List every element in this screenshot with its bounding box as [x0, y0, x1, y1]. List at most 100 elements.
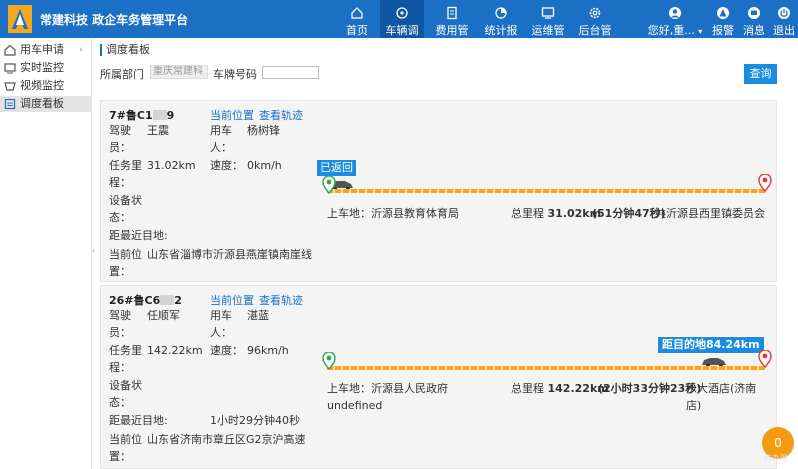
message-button[interactable]: 消息 — [739, 0, 769, 38]
car-apply-icon — [4, 44, 16, 56]
boarding-place: 上车地：沂源县人民政府 undefined — [327, 380, 448, 414]
nearest-dest-label: 距最近目地: — [109, 414, 168, 427]
position-line-a: 山东省济南市章丘区G2京沪高速 — [147, 433, 306, 446]
todo-caption: 待办理 — [764, 454, 788, 463]
driver-label-a: 驾驶 — [109, 309, 131, 322]
current-position-value: 山东省济南市章丘区G2京沪高速 — [147, 431, 306, 448]
nav-dispatch[interactable]: 车辆调 — [380, 0, 424, 38]
alarm-icon — [717, 7, 729, 19]
top-bar: 常建科技 政企车务管理平台 首页 车辆调 费用管 统计报 运维管 后台管 您好,… — [0, 0, 798, 38]
monitor-icon — [4, 63, 16, 74]
destination-line-b: 店) — [686, 399, 702, 412]
view-track-link[interactable]: 查看轨迹 — [259, 107, 303, 123]
mileage-label: 任务里程： — [109, 342, 142, 376]
user-greeting: 您好,重... ▾ — [644, 22, 706, 38]
total-label: 总里程 — [511, 382, 544, 395]
current-position-link[interactable]: 当前位置 — [210, 107, 254, 123]
nav-stats-label: 统计报 — [484, 24, 518, 37]
nav-cost[interactable]: 费用管 — [430, 0, 474, 38]
boarding-label: 上车地： — [327, 207, 371, 220]
sidebar-item-board[interactable]: 调度看板 — [0, 96, 91, 112]
user-value: 湛蓝 — [247, 309, 269, 322]
vehicle-card: 26#鲁C6 2 当前位置 查看轨迹 驾驶 员： 任顺军 用车 人： 湛蓝 任务里 程：… — [100, 285, 777, 469]
chevron-down-icon: ▾ — [698, 27, 703, 36]
current-position-link[interactable]: 当前位置 — [210, 292, 254, 308]
video-icon — [4, 82, 16, 91]
nav-admin-label: 后台管 — [578, 24, 612, 37]
nav-home-label: 首页 — [346, 24, 368, 37]
driver-label: 驾驶 员： — [109, 307, 131, 341]
dept-select[interactable]: 重庆常建科 — [150, 65, 208, 79]
alarm-button[interactable]: 报警 — [708, 0, 738, 38]
destination-line-a: 共沂源县西里镇委员会 — [655, 207, 765, 220]
device-label-b: 态： — [109, 211, 131, 224]
driver-label-a: 驾驶 — [109, 124, 131, 137]
mileage-label-b: 程： — [109, 361, 131, 374]
nav-ops-label: 运维管 — [531, 24, 565, 37]
plate-input[interactable] — [262, 66, 319, 79]
user-label-a: 用车 — [210, 124, 232, 137]
plate-number: 26#鲁C6 2 — [109, 292, 182, 308]
board-icon — [4, 98, 16, 110]
logout-icon — [778, 7, 790, 19]
speed-value: 0km/h — [247, 159, 282, 172]
speed-label: 速度： — [210, 159, 243, 172]
sidebar-item-label: 用车申请 — [20, 43, 64, 56]
home-icon — [351, 7, 363, 19]
route-track-dots — [327, 189, 765, 193]
alarm-label: 报警 — [712, 24, 734, 37]
sidebar-item-label: 视频监控 — [20, 79, 64, 92]
boarding-value-b: undefined — [327, 399, 383, 412]
start-pin-icon — [322, 352, 336, 370]
destination-text: 乐大酒店(济南 店) — [686, 380, 756, 414]
mileage-label: 任务里 程： — [109, 157, 142, 191]
speed-value: 96km/h — [247, 344, 289, 357]
position-line-a: 山东省淄博市沂源县燕崖镇南崖线 — [147, 248, 312, 261]
sidebar-collapse-icon[interactable]: ‹ — [92, 246, 95, 255]
device-status-label: 设备状 态： — [109, 377, 142, 411]
brand-logo-icon — [8, 5, 32, 33]
query-button[interactable]: 查询 — [744, 64, 777, 84]
logout-button[interactable]: 退出 — [770, 0, 798, 38]
main-content: 调度看板 所属部门 重庆常建科 车牌号码 查询 7#鲁C1 9 当前位置 查看轨迹… — [96, 38, 798, 469]
dispatch-icon — [396, 7, 408, 19]
status-badge: 已返回 — [317, 160, 356, 176]
nav-admin[interactable]: 后台管 — [573, 0, 617, 38]
user-label-b: 人： — [210, 141, 232, 154]
curpos-label-b: 置： — [109, 265, 131, 278]
route-track-dots — [327, 366, 765, 370]
end-pin-icon — [758, 350, 772, 368]
current-position-label: 当前位置： — [109, 246, 142, 280]
total-mileage: 总里程 31.02km — [511, 205, 601, 222]
nav-stats[interactable]: 统计报 — [479, 0, 523, 38]
nav-home[interactable]: 首页 — [340, 0, 374, 38]
user-menu[interactable]: 您好,重... ▾ — [644, 0, 706, 38]
total-label: 总里程 — [511, 207, 544, 220]
logout-label: 退出 — [773, 24, 795, 37]
mileage-label-a: 任务里 — [109, 344, 142, 357]
destination-text: 共沂源县西里镇委员会 — [655, 205, 765, 222]
destination-line-a: 乐大酒店(济南 — [686, 382, 757, 395]
plate-suffix: 2 — [174, 294, 182, 307]
view-track-link[interactable]: 查看轨迹 — [259, 292, 303, 308]
driver-value: 任顺军 — [147, 309, 180, 322]
sidebar-item-car-apply[interactable]: 用车申请 › — [0, 42, 91, 58]
plate-prefix: 7#鲁C1 — [109, 109, 153, 122]
sidebar: 用车申请 › 实时监控 视频监控 调度看板 — [0, 38, 92, 469]
curpos-label-a: 当前位 — [109, 433, 142, 446]
sidebar-item-video[interactable]: 视频监控 — [0, 78, 91, 94]
sidebar-item-label: 实时监控 — [20, 61, 64, 74]
dept-label: 所属部门 — [100, 68, 144, 81]
user-label-b: 人： — [210, 326, 232, 339]
ops-icon — [541, 7, 555, 19]
user-label: 用车人： — [210, 122, 232, 156]
cost-icon — [447, 6, 457, 20]
sidebar-item-monitor[interactable]: 实时监控 — [0, 60, 91, 76]
device-status-label: 设备状态： — [109, 192, 142, 226]
current-position-value: 山东省淄博市沂源县燕崖镇南崖线 — [147, 246, 312, 263]
nav-ops[interactable]: 运维管 — [526, 0, 570, 38]
curpos-label-a: 当前位 — [109, 248, 142, 261]
brand-title: 常建科技 政企车务管理平台 — [40, 13, 189, 27]
device-label-a: 设备状 — [109, 194, 142, 207]
total-mileage: 总里程 142.22km — [511, 380, 609, 397]
